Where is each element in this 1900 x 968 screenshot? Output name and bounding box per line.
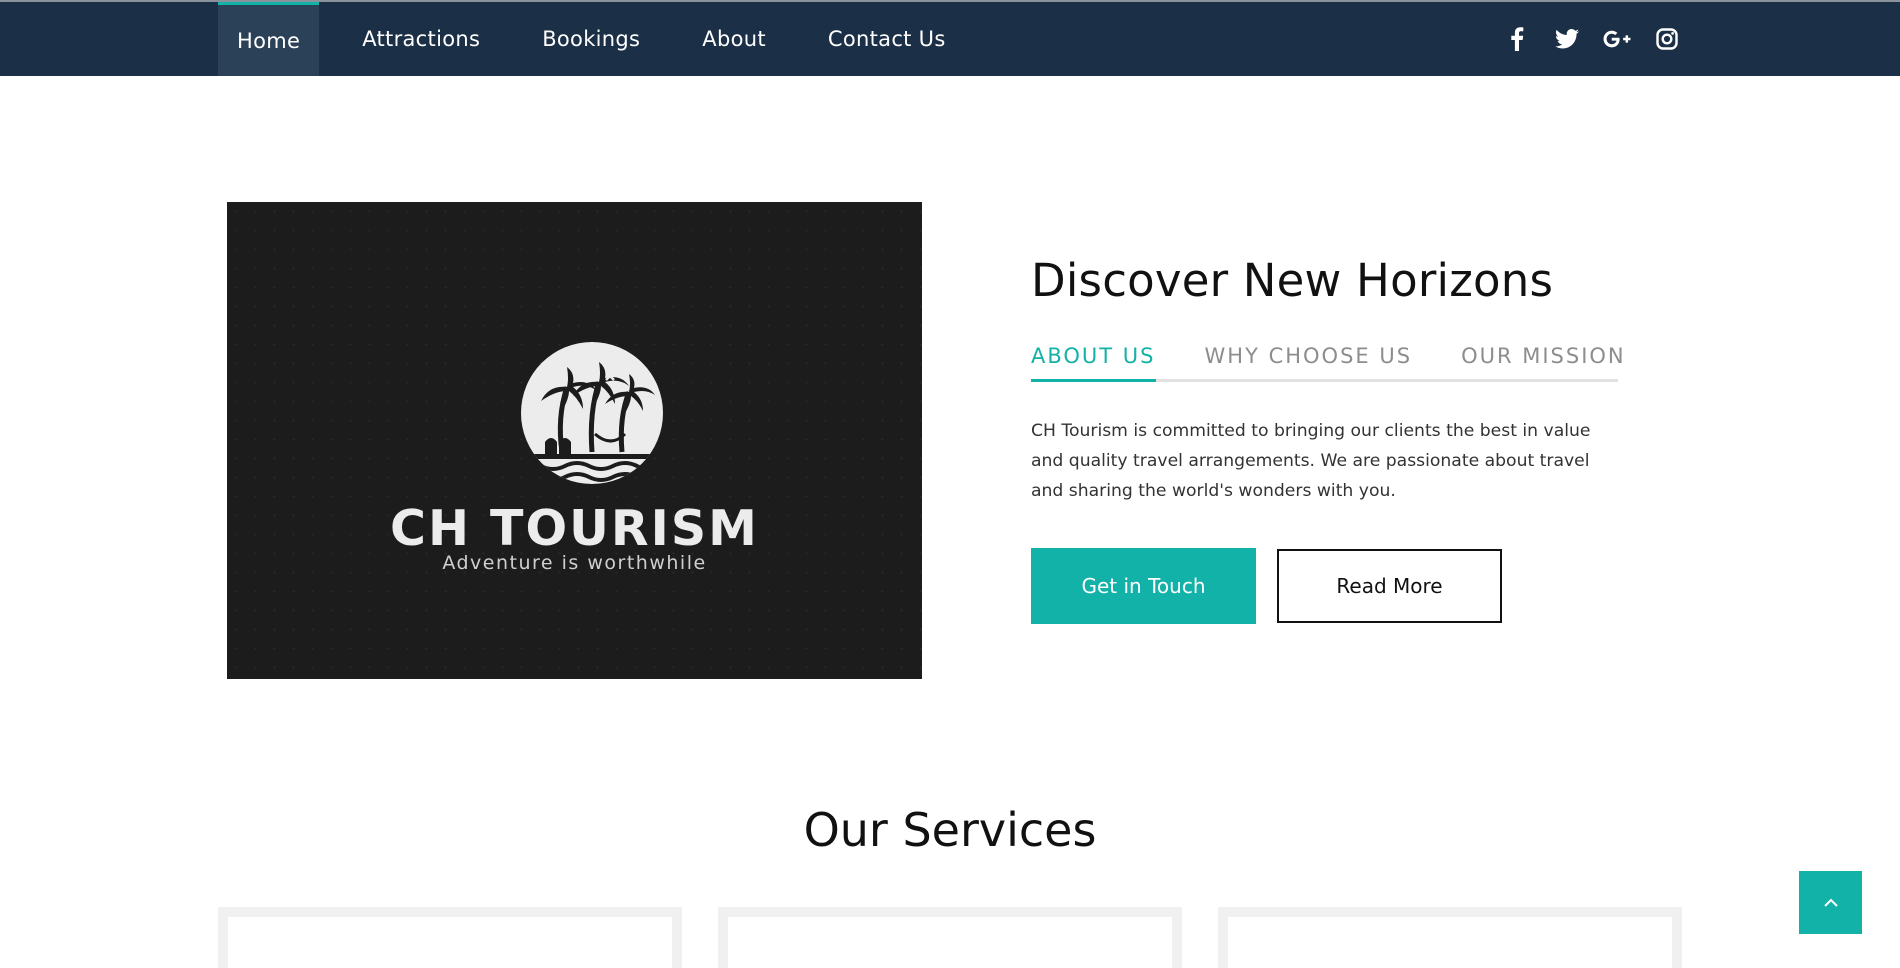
facebook-icon[interactable] [1503, 25, 1531, 53]
service-card-body [228, 917, 672, 968]
about-paragraph: CH Tourism is committed to bringing our … [1031, 421, 1591, 501]
services-title: Our Services [803, 803, 1097, 857]
brand-logo: CH TOURISM Adventure is worthwhile [227, 202, 922, 679]
hero-heading: Discover New Horizons [1031, 254, 1554, 307]
nav-item-home[interactable]: Home [218, 2, 320, 76]
service-card[interactable] [718, 907, 1182, 968]
logo-title: CH TOURISM [390, 500, 759, 557]
social-links [1503, 2, 1681, 76]
service-card-body [1228, 917, 1672, 968]
info-tabs: ABOUT US WHY CHOOSE US OUR MISSION [1031, 342, 1624, 382]
service-card-body [728, 917, 1172, 968]
back-to-top-button[interactable] [1799, 871, 1862, 934]
logo-tagline: Adventure is worthwhile [442, 552, 707, 574]
hero-logo-image: CH TOURISM Adventure is worthwhile [227, 202, 922, 679]
instagram-icon[interactable] [1653, 25, 1681, 53]
nav-item-attractions[interactable]: Attractions [343, 2, 499, 76]
tab-why-choose-us[interactable]: WHY CHOOSE US [1205, 342, 1413, 382]
twitter-icon[interactable] [1553, 25, 1581, 53]
top-navbar: Home Attractions Bookings About Contact … [0, 0, 1900, 76]
nav-links: Home Attractions Bookings About Contact … [218, 2, 989, 76]
service-card[interactable] [1218, 907, 1682, 968]
tab-about-us[interactable]: ABOUT US [1031, 342, 1156, 382]
nav-item-contact-us[interactable]: Contact Us [809, 2, 965, 76]
chevron-up-icon [1823, 898, 1838, 907]
service-card[interactable] [218, 907, 682, 968]
nav-item-about[interactable]: About [683, 2, 785, 76]
get-in-touch-button[interactable]: Get in Touch [1031, 548, 1256, 624]
hero-content: Discover New Horizons ABOUT US WHY CHOOS… [1031, 254, 1624, 624]
palm-island-icon [521, 342, 663, 484]
tab-our-mission[interactable]: OUR MISSION [1461, 342, 1626, 382]
read-more-button[interactable]: Read More [1277, 549, 1502, 623]
google-plus-icon[interactable] [1603, 25, 1631, 53]
nav-item-bookings[interactable]: Bookings [523, 2, 659, 76]
